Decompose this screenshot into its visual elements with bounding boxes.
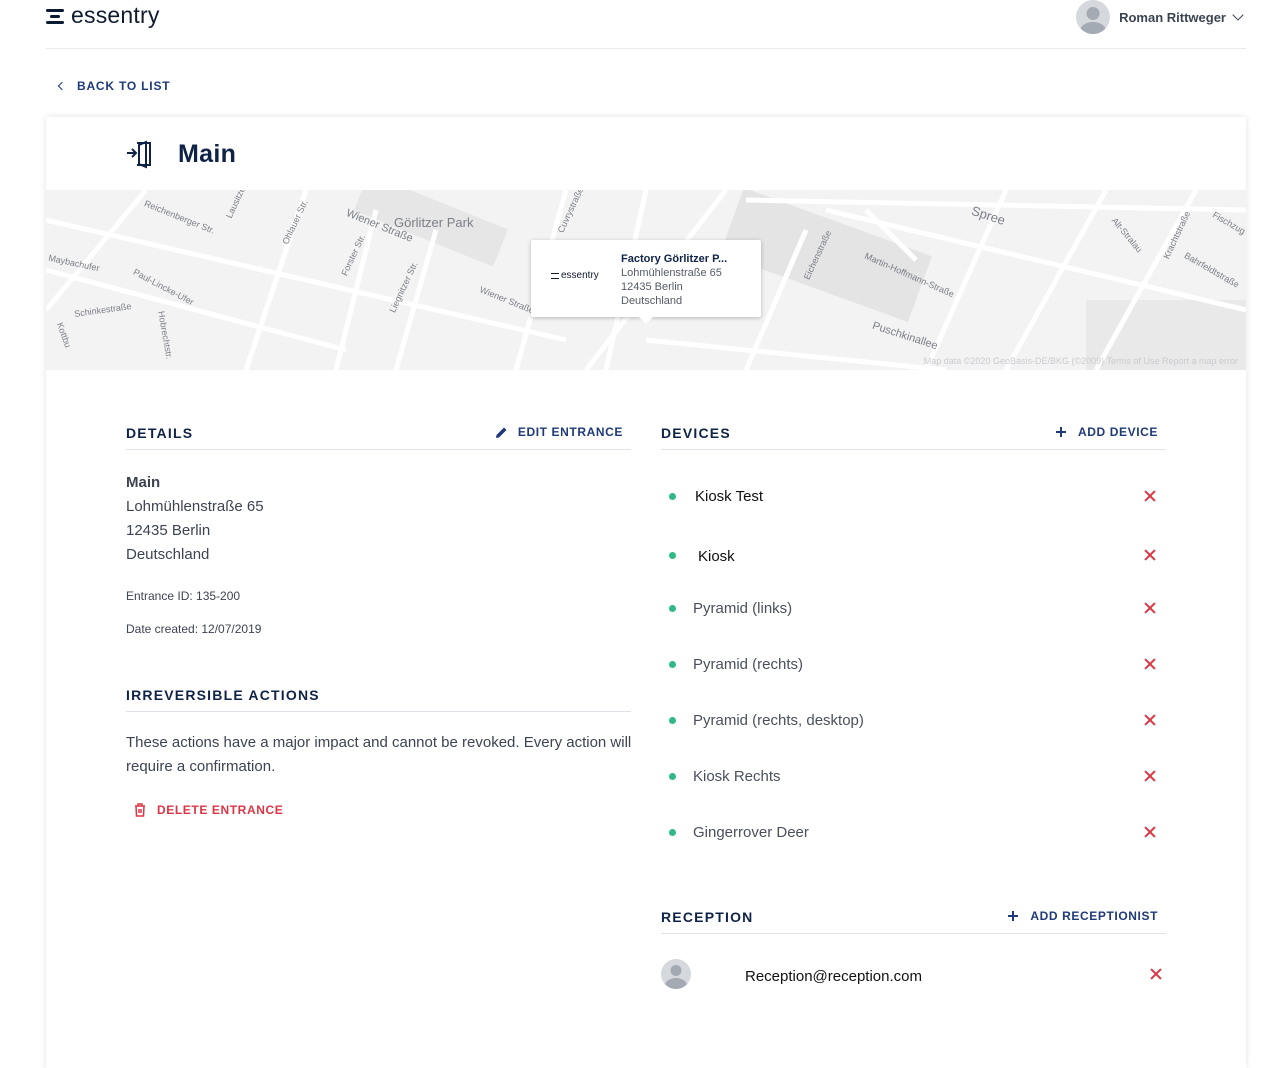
trash-icon — [135, 803, 145, 817]
details-heading: DETAILS — [126, 425, 194, 441]
pencil-icon — [495, 427, 507, 438]
status-online-icon — [669, 829, 676, 836]
chevron-down-icon — [1232, 9, 1244, 21]
remove-device-icon[interactable] — [1144, 602, 1156, 614]
back-label: BACK TO LIST — [77, 79, 171, 93]
user-avatar — [1076, 0, 1111, 34]
device-row[interactable]: Kiosk Rechts — [661, 763, 1166, 793]
add-device-button[interactable]: ADD DEVICE — [1055, 425, 1158, 439]
logo-text: essentry — [71, 2, 160, 28]
map-info-popup[interactable]: essentry Factory Görlitzer P... Lohmühle… — [531, 240, 761, 324]
device-name: Pyramid (rechts, desktop) — [693, 712, 864, 729]
status-online-icon — [669, 552, 676, 559]
device-name: Pyramid (rechts) — [693, 656, 804, 673]
map-attribution[interactable]: Map data ©2020 GeoBasis-DE/BKG (©2009) T… — [924, 356, 1238, 366]
entrance-title-row: Main — [126, 139, 236, 169]
status-online-icon — [669, 661, 676, 668]
location-map[interactable]: Görlitzer Park Spree Reichenberger Str. … — [46, 190, 1246, 370]
receptionist-email: Reception@reception.com — [745, 968, 922, 985]
devices-heading: DEVICES — [661, 425, 731, 441]
popup-street: Lohmühlenstraße 65 — [621, 267, 722, 279]
entrance-card: Main Görlitzer Park Spree Reichenberger … — [46, 117, 1246, 1068]
device-row[interactable]: Gingerrover Deer — [661, 819, 1166, 849]
device-row[interactable]: Kiosk Test — [661, 483, 1166, 513]
essentry-logo[interactable]: essentry — [46, 2, 160, 29]
device-name: Kiosk — [698, 548, 735, 565]
user-name: Roman Rittweger — [1119, 9, 1226, 25]
remove-device-icon[interactable] — [1144, 826, 1156, 838]
map-label-park: Görlitzer Park — [394, 215, 474, 230]
receptionist-avatar — [661, 959, 691, 989]
remove-device-icon[interactable] — [1144, 658, 1156, 670]
status-online-icon — [669, 493, 676, 500]
delete-entrance-button[interactable]: DELETE ENTRANCE — [134, 803, 283, 817]
device-name: Pyramid (links) — [693, 600, 793, 617]
status-online-icon — [669, 717, 676, 724]
user-menu[interactable]: Roman Rittweger — [1076, 0, 1244, 34]
edit-entrance-button[interactable]: EDIT ENTRANCE — [495, 425, 623, 439]
chevron-left-icon — [57, 81, 67, 91]
device-name: Kiosk Rechts — [693, 768, 781, 785]
device-name: Gingerrover Deer — [693, 824, 809, 841]
popup-city: 12435 Berlin — [621, 281, 683, 293]
entrance-country: Deutschland — [126, 546, 210, 563]
remove-device-icon[interactable] — [1144, 770, 1156, 782]
remove-receptionist-icon[interactable] — [1150, 968, 1162, 980]
back-to-list-link[interactable]: BACK TO LIST — [57, 79, 171, 93]
entrance-street: Lohmühlenstraße 65 — [126, 498, 264, 515]
status-online-icon — [669, 773, 676, 780]
device-row[interactable]: Kiosk — [661, 542, 1166, 572]
top-bar: essentry Roman Rittweger — [46, 0, 1246, 49]
device-row[interactable]: Pyramid (rechts) — [661, 651, 1166, 681]
irreversible-description: These actions have a major impact and ca… — [126, 734, 632, 775]
entrance-city: 12435 Berlin — [126, 522, 211, 539]
remove-device-icon[interactable] — [1144, 490, 1156, 502]
status-online-icon — [669, 605, 676, 612]
popup-logo: essentry — [551, 270, 599, 281]
entrance-name: Main — [126, 474, 161, 491]
reception-header: RECEPTION ADD RECEPTIONIST — [661, 904, 1166, 934]
popup-country: Deutschland — [621, 295, 683, 307]
plus-icon — [1055, 427, 1066, 437]
entrance-door-icon — [127, 140, 151, 169]
date-created: Date created: 12/07/2019 — [126, 622, 262, 636]
remove-device-icon[interactable] — [1144, 549, 1156, 561]
entrance-id: Entrance ID: 135-200 — [126, 589, 241, 603]
add-receptionist-button[interactable]: ADD RECEPTIONIST — [1008, 909, 1158, 923]
logo-mark-icon — [46, 6, 68, 26]
devices-header: DEVICES ADD DEVICE — [661, 420, 1166, 450]
page-title: Main — [178, 139, 237, 168]
remove-device-icon[interactable] — [1144, 714, 1156, 726]
reception-heading: RECEPTION — [661, 909, 754, 925]
device-row[interactable]: Pyramid (links) — [661, 595, 1166, 625]
details-header: DETAILS EDIT ENTRANCE — [126, 420, 631, 450]
plus-icon — [1008, 911, 1019, 921]
device-name: Kiosk Test — [695, 488, 764, 505]
popup-name: Factory Görlitzer P... — [621, 253, 728, 265]
irreversible-heading: IRREVERSIBLE ACTIONS — [126, 687, 320, 703]
irreversible-header: IRREVERSIBLE ACTIONS — [126, 682, 631, 712]
popup-address: Factory Görlitzer P... Lohmühlenstraße 6… — [621, 252, 727, 308]
device-row[interactable]: Pyramid (rechts, desktop) — [661, 707, 1166, 737]
entrance-address: Main Lohmühlenstraße 65 12435 Berlin Deu… — [126, 471, 264, 567]
